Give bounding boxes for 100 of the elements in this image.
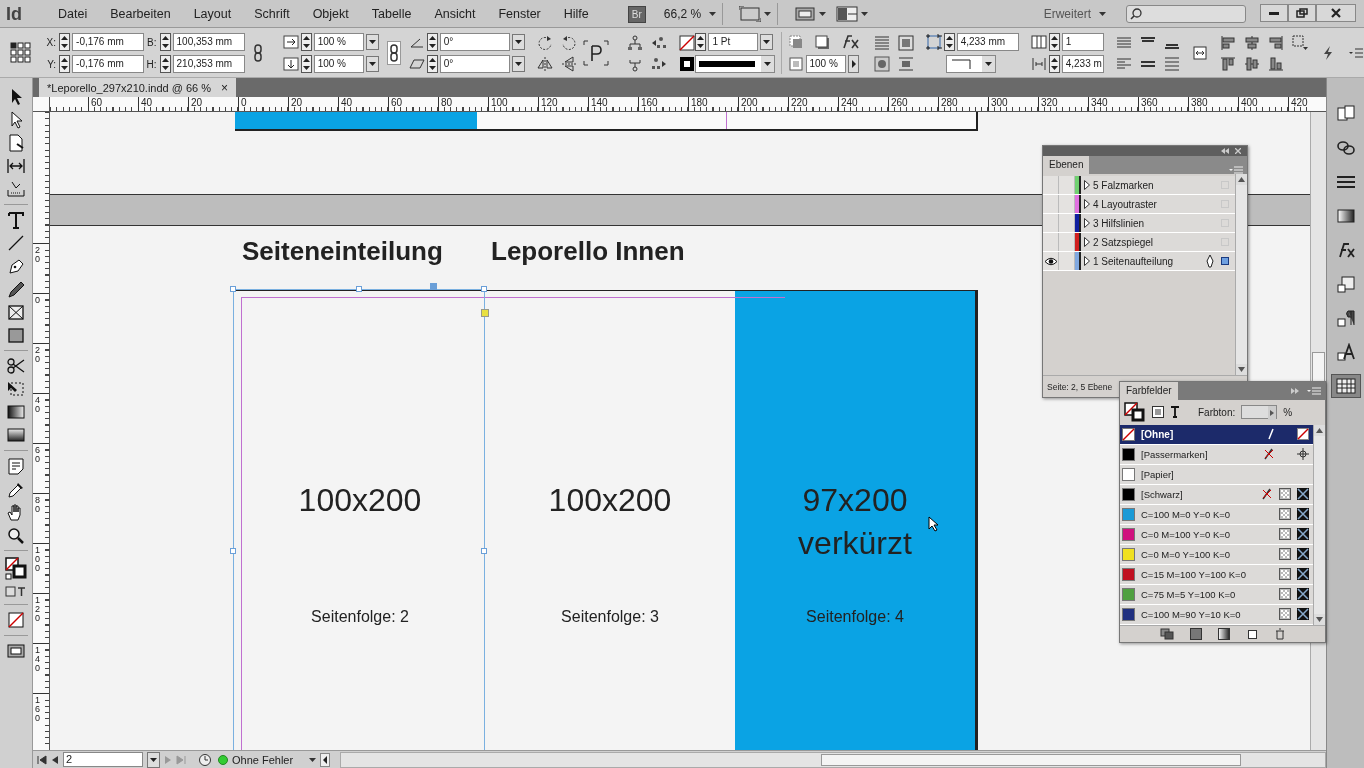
- panel-menu-icon[interactable]: [1348, 45, 1364, 61]
- character-styles-icon[interactable]: [1335, 343, 1356, 361]
- swatches-grid-icon[interactable]: [1335, 377, 1356, 395]
- scroll-down-icon[interactable]: [1314, 613, 1325, 625]
- swatch-row[interactable]: C=100 M=90 Y=10 K=0: [1120, 604, 1313, 625]
- eye-icon[interactable]: [1043, 256, 1058, 266]
- spinner-icon[interactable]: [943, 33, 955, 51]
- minimize-button[interactable]: [1260, 4, 1288, 22]
- selection-handle[interactable]: [481, 286, 487, 292]
- menu-item[interactable]: Datei: [46, 7, 99, 21]
- bridge-button[interactable]: Br: [627, 5, 646, 23]
- center-handle[interactable]: [430, 283, 437, 290]
- align-top-edges-icon[interactable]: [1219, 55, 1236, 72]
- close-icon[interactable]: [1235, 148, 1241, 154]
- wrap-none-icon[interactable]: [873, 34, 890, 51]
- rectangle-frame-icon[interactable]: [6, 303, 26, 321]
- preflight-status[interactable]: Ohne Fehler: [232, 753, 294, 766]
- caret-icon[interactable]: [764, 12, 772, 16]
- menu-item[interactable]: Schrift: [242, 7, 301, 21]
- container-icon[interactable]: [1152, 406, 1164, 419]
- caret-icon[interactable]: [309, 757, 317, 762]
- collapse-icon[interactable]: [1221, 148, 1229, 154]
- selection-square-icon[interactable]: [1221, 257, 1229, 265]
- screen-mode-icon[interactable]: [794, 6, 817, 22]
- layout-grid-icon[interactable]: [836, 6, 859, 22]
- free-transform-icon[interactable]: [6, 380, 26, 398]
- search-field[interactable]: [1126, 5, 1246, 23]
- number-field[interactable]: -0,176 mm: [72, 33, 145, 51]
- shadow-square-icon[interactable]: [813, 34, 830, 50]
- menu-item[interactable]: Tabelle: [359, 7, 423, 21]
- type-tool-icon[interactable]: [6, 211, 26, 229]
- align-left-edges-icon[interactable]: [1219, 34, 1236, 51]
- select-previous-icon[interactable]: [650, 34, 667, 51]
- number-field[interactable]: 0°: [439, 33, 510, 51]
- selection-handle[interactable]: [230, 548, 236, 554]
- spinner-icon[interactable]: [300, 33, 312, 51]
- corner-option-handle[interactable]: [481, 309, 489, 317]
- zoom-dropdown[interactable]: 66,2 %: [663, 7, 702, 21]
- show-all-swatches-icon[interactable]: [1159, 627, 1174, 640]
- scroll-left-icon[interactable]: [320, 752, 331, 767]
- wrap-shape-icon[interactable]: [873, 55, 890, 72]
- spinner-icon[interactable]: [426, 55, 438, 73]
- swatch-row[interactable]: [Schwarz]: [1120, 484, 1313, 505]
- dropdown-icon[interactable]: [760, 34, 774, 50]
- arrow-right-icon[interactable]: [847, 55, 859, 73]
- spinner-icon[interactable]: [59, 33, 71, 51]
- scroll-down-icon[interactable]: [1236, 364, 1247, 375]
- links-icon[interactable]: [1335, 139, 1356, 157]
- menu-item[interactable]: Objekt: [300, 7, 360, 21]
- panel-scrollbar[interactable]: [1313, 424, 1325, 625]
- spinner-icon[interactable]: [695, 33, 707, 51]
- pencil-tool-icon[interactable]: [6, 280, 26, 298]
- selection-handle[interactable]: [230, 286, 236, 292]
- justify-text-icon[interactable]: [1115, 55, 1132, 72]
- gap-tool-icon[interactable]: [6, 157, 26, 175]
- scale-horizontal-icon[interactable]: [282, 34, 299, 50]
- select-container-icon[interactable]: [626, 34, 643, 51]
- menu-item[interactable]: Hilfe: [551, 7, 600, 21]
- align-top-text-icon[interactable]: [1115, 34, 1132, 51]
- expand-icon[interactable]: [1291, 388, 1299, 394]
- frame-fitting-icon[interactable]: [925, 34, 942, 50]
- shear-angle-icon[interactable]: [408, 56, 425, 72]
- selection-handle[interactable]: [481, 548, 487, 554]
- dropdown-icon[interactable]: [365, 34, 379, 50]
- gradient-swatches-icon[interactable]: [1217, 627, 1230, 640]
- chain-link-icon[interactable]: [252, 44, 263, 62]
- columns-icon[interactable]: [1030, 34, 1047, 50]
- number-field[interactable]: 4,233 mm: [956, 33, 1019, 51]
- swatch-row[interactable]: [Ohne]: [1120, 424, 1313, 445]
- object-styles-icon[interactable]: [1335, 275, 1356, 293]
- dropdown-icon[interactable]: [511, 56, 525, 72]
- rotate-counterclockwise-icon[interactable]: [560, 34, 577, 51]
- color-swatches-icon[interactable]: [1189, 627, 1202, 640]
- align-horizontal-centers-icon[interactable]: [1243, 34, 1260, 51]
- trash-icon[interactable]: [1273, 627, 1286, 640]
- align-vertical-centers-icon[interactable]: [1243, 55, 1260, 72]
- dropdown-icon[interactable]: [147, 751, 160, 768]
- spinner-icon[interactable]: [59, 55, 71, 73]
- drop-shadow-icon[interactable]: [787, 34, 804, 50]
- spinner-icon[interactable]: [159, 55, 171, 73]
- menu-item[interactable]: Fenster: [486, 7, 552, 21]
- rotate-clockwise-icon[interactable]: [536, 34, 553, 51]
- caret-icon[interactable]: [709, 12, 717, 16]
- screen-mode-icon[interactable]: [6, 642, 26, 660]
- tint-field[interactable]: [1241, 405, 1278, 420]
- spinner-icon[interactable]: [159, 33, 171, 51]
- stroke-swatch-icon[interactable]: [678, 55, 695, 72]
- number-field[interactable]: 100,353 mm: [172, 33, 245, 51]
- number-field[interactable]: 100 %: [313, 33, 364, 51]
- number-field[interactable]: 1 Pt: [708, 33, 759, 51]
- number-field[interactable]: 4,233 m: [1061, 55, 1104, 73]
- horizontal-scrollbar[interactable]: [340, 751, 1326, 768]
- layer-row[interactable]: 4 Layoutraster: [1043, 195, 1235, 214]
- scroll-up-icon[interactable]: [1236, 174, 1247, 185]
- panel-tab[interactable]: Ebenen: [1043, 156, 1090, 174]
- previous-page-icon[interactable]: [51, 754, 59, 765]
- layer-row[interactable]: 5 Falzmarken: [1043, 176, 1235, 195]
- apply-none-icon[interactable]: [6, 611, 26, 629]
- workspace-switcher[interactable]: Erweitert: [1043, 7, 1091, 21]
- swatch-row[interactable]: C=75 M=5 Y=100 K=0: [1120, 584, 1313, 605]
